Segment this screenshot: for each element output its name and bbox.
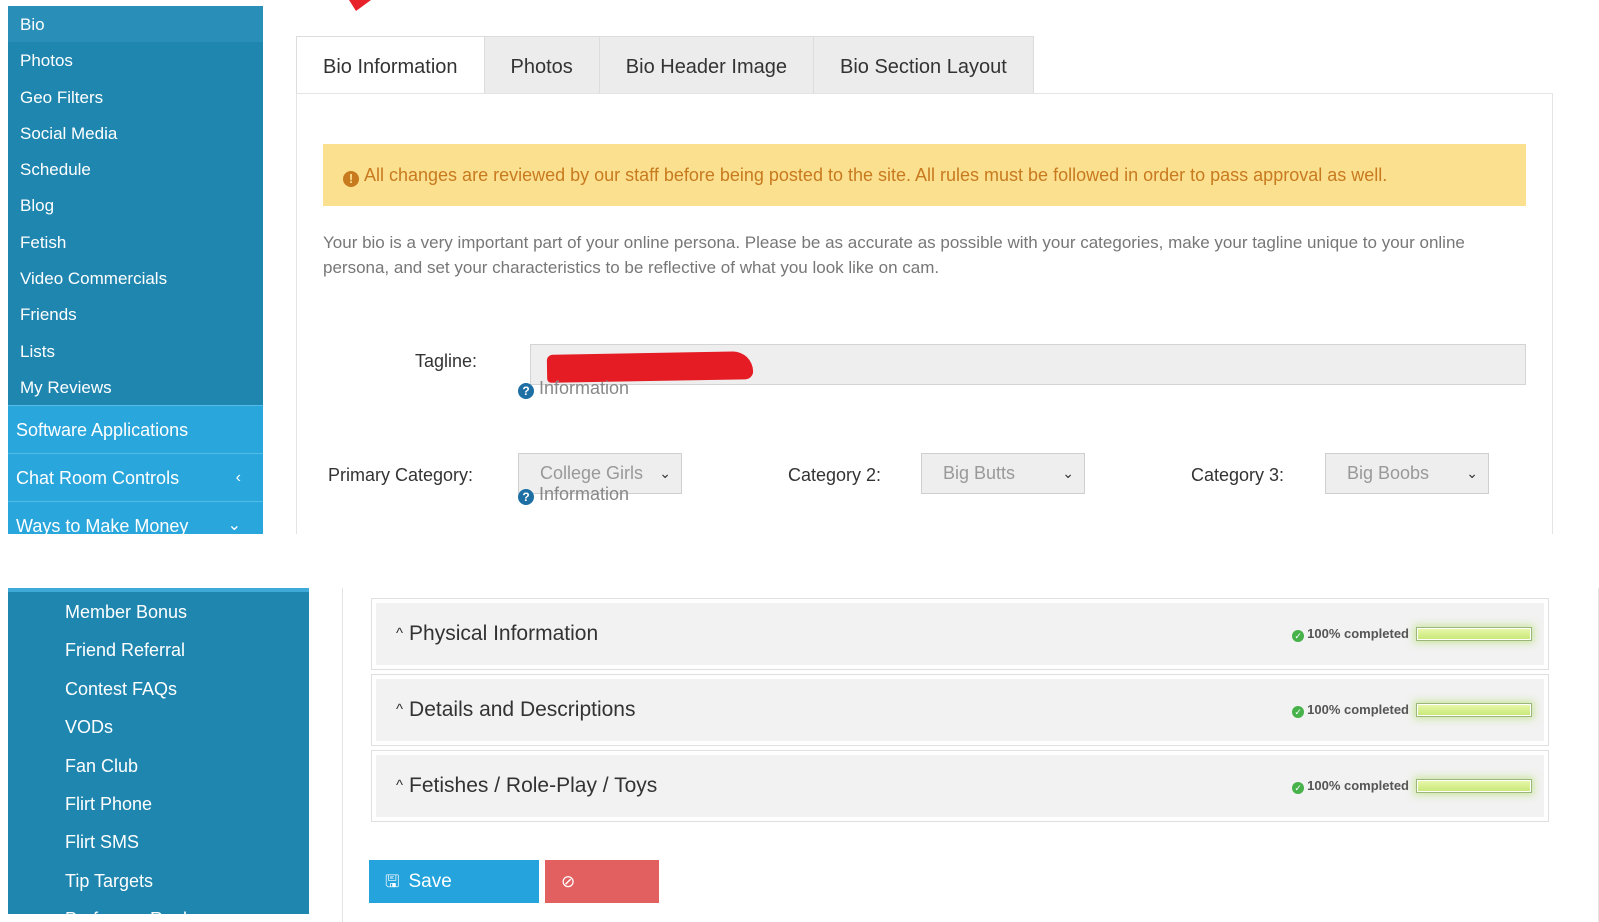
primary-category-label: Primary Category: [328,465,474,485]
tab-photos[interactable]: Photos [484,36,600,94]
completion-text: 100% completed [1307,702,1409,717]
question-circle-icon: ? [518,489,534,505]
progress-fill [1418,781,1530,791]
save-changes-button[interactable]: 🖫Save Changes [369,860,539,922]
completion-progress-bar [1416,627,1532,641]
chevron-left-icon: ‹ [235,469,241,487]
progress-fill [1418,629,1530,639]
sidebar-submenu-ways-to-make-money: Member Bonus Friend Referral Contest FAQ… [8,588,309,914]
category-2-label: Category 2: [788,465,882,485]
sidebar-section-label: Chat Room Controls [16,468,180,489]
sidebar-section-software-applications[interactable]: Software Applications [8,405,263,454]
check-circle-icon: ✓ [1292,706,1305,718]
check-circle-icon: ✓ [1292,630,1305,642]
check-circle-icon: ✓ [1292,782,1305,794]
sidebar-item-performer-rank[interactable]: Performer Rank [8,899,309,914]
bio-tabs: Bio Information Photos Bio Header Image … [296,36,1034,94]
sidebar-section-chat-room-controls[interactable]: Chat Room Controls ‹ [8,453,263,502]
accordion-header: ^ Details and Descriptions ✓ 100% complete… [376,679,1544,741]
cancel-button[interactable]: ⊘ Cancel [545,860,659,922]
sidebar-item-lists[interactable]: Lists [8,333,263,369]
tab-bio-header-image[interactable]: Bio Header Image [599,36,814,94]
chevron-down-icon: ⌄ [1466,465,1478,481]
accordion-header: ^ Physical Information ✓ 100% completed [376,603,1544,665]
sidebar-item-flirt-phone[interactable]: Flirt Phone [8,784,309,822]
sidebar-item-blog[interactable]: Blog [8,187,263,223]
sidebar-item-bio[interactable]: Bio [8,6,263,43]
information-label: Information [539,378,630,398]
accordion-details-and-descriptions[interactable]: ^ Details and Descriptions ✓ 100% complete… [371,674,1549,746]
completion-progress-bar [1416,779,1532,793]
sidebar-section-ways-to-make-money[interactable]: Ways to Make Money ⌄ [8,501,263,534]
question-circle-icon: ? [518,383,534,399]
accordion-title: ^ Fetishes / Role-Play / Toys [396,755,657,817]
alert-text: All changes are reviewed by our staff be… [364,165,1388,185]
sidebar-item-schedule[interactable]: Schedule [8,151,263,187]
tagline-label: Tagline: [415,351,478,371]
sidebar-item-friend-referral[interactable]: Friend Referral [8,630,309,668]
chevron-up-icon: ^ [396,625,404,642]
chevron-down-icon: ⌄ [659,465,671,481]
sidebar-section-label: Ways to Make Money [16,516,189,534]
tagline-information-link[interactable]: ? Information [518,378,629,399]
sidebar-item-social-media[interactable]: Social Media [8,115,263,151]
accordion-title-text: Fetishes / Role-Play / Toys [409,774,658,797]
sidebar-item-fan-club[interactable]: Fan Club [8,746,309,784]
accordion-title-text: Details and Descriptions [409,698,636,721]
category-2-value: Big Butts [943,463,1016,483]
sidebar-nav: Bio Photos Geo Filters Social Media Sche… [8,6,263,534]
accordion-title-text: Physical Information [409,622,599,645]
sidebar-item-geo-filters[interactable]: Geo Filters [8,79,263,115]
bio-intro-text: Your bio is a very important part of you… [323,233,1465,277]
primary-category-value: College Girls [540,463,644,483]
completion-text: 100% completed [1307,626,1409,641]
category-3-select[interactable]: Big Boobs ⌄ [1325,453,1489,494]
red-annotation-mark [344,0,372,11]
sidebar-item-tip-targets[interactable]: Tip Targets [8,861,309,899]
accordion-header: ^ Fetishes / Role-Play / Toys ✓ 100% compl… [376,755,1544,817]
completion-status: ✓ 100% completed [1292,603,1409,665]
cancel-button-label: Cancel [561,914,620,922]
chevron-down-icon: ⌄ [227,517,241,534]
sidebar-section-label: Software Applications [16,420,189,441]
information-label: Information [539,484,630,504]
completion-progress-bar [1416,703,1532,717]
sidebar-item-photos[interactable]: Photos [8,42,263,78]
accordion-fetishes-role-play-toys[interactable]: ^ Fetishes / Role-Play / Toys ✓ 100% compl… [371,750,1549,822]
completion-status: ✓ 100% completed [1292,679,1409,741]
ban-icon: ⊘ [561,872,576,891]
category-2-select[interactable]: Big Butts ⌄ [921,453,1085,494]
chevron-up-icon: ^ [396,701,404,718]
category-information-link[interactable]: ? Information [518,484,629,505]
review-warning-alert: ! All changes are reviewed by our staff b… [323,144,1526,206]
chevron-up-icon: ^ [396,777,404,794]
bio-information-panel: ! All changes are reviewed by our staff b… [296,93,1553,534]
sidebar-item-flirt-sms[interactable]: Flirt SMS [8,822,309,860]
sidebar-item-fetish[interactable]: Fetish [8,224,263,260]
sidebar-item-friends[interactable]: Friends [8,296,263,332]
tab-bio-information[interactable]: Bio Information [296,36,485,94]
accordion-title: ^ Physical Information [396,603,598,665]
exclamation-icon: ! [343,171,359,187]
floppy-disk-icon: 🖫 [385,872,400,891]
progress-fill [1418,705,1530,715]
category-3-label: Category 3: [1191,465,1285,485]
sidebar-item-contest-faqs[interactable]: Contest FAQs [8,669,309,707]
completion-text: 100% completed [1307,778,1409,793]
category-3-value: Big Boobs [1347,463,1430,483]
sidebar-item-video-commercials[interactable]: Video Commercials [8,260,263,296]
completion-status: ✓ 100% completed [1292,755,1409,817]
sidebar-item-member-bonus[interactable]: Member Bonus [8,592,309,630]
tab-bio-section-layout[interactable]: Bio Section Layout [813,36,1034,94]
sidebar-item-my-reviews[interactable]: My Reviews [8,369,263,405]
accordion-title: ^ Details and Descriptions [396,679,635,741]
chevron-down-icon: ⌄ [1062,465,1074,481]
sidebar-item-vods[interactable]: VODs [8,707,309,745]
accordion-physical-information[interactable]: ^ Physical Information ✓ 100% completed [371,598,1549,670]
tagline-input[interactable] [530,344,1526,385]
